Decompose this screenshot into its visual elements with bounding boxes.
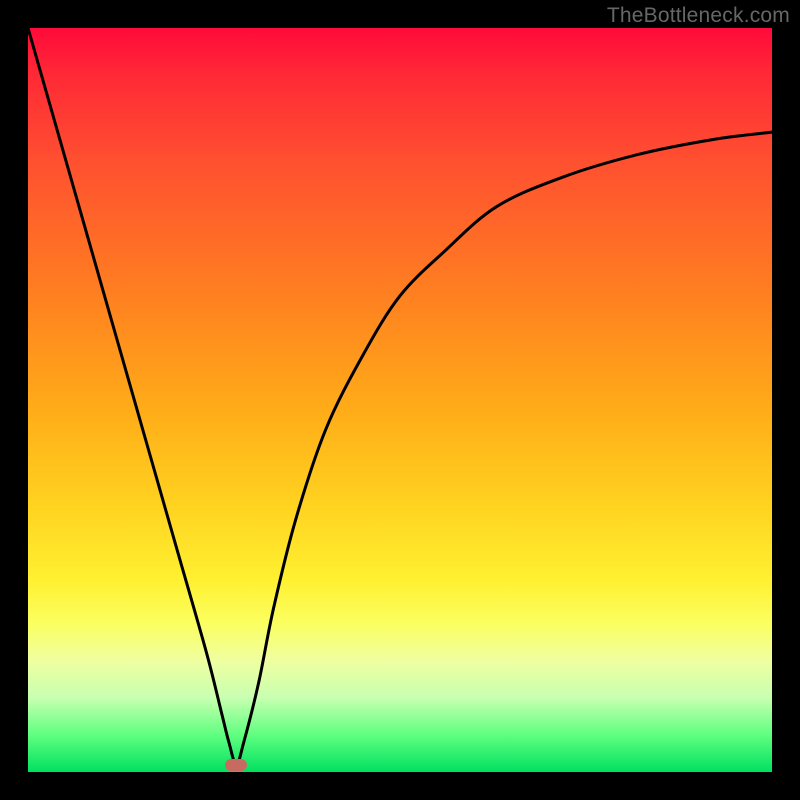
optimal-point-marker xyxy=(225,759,247,771)
chart-frame: TheBottleneck.com xyxy=(0,0,800,800)
watermark-text: TheBottleneck.com xyxy=(607,4,790,28)
plot-area xyxy=(28,28,772,772)
bottleneck-curve xyxy=(28,28,772,772)
